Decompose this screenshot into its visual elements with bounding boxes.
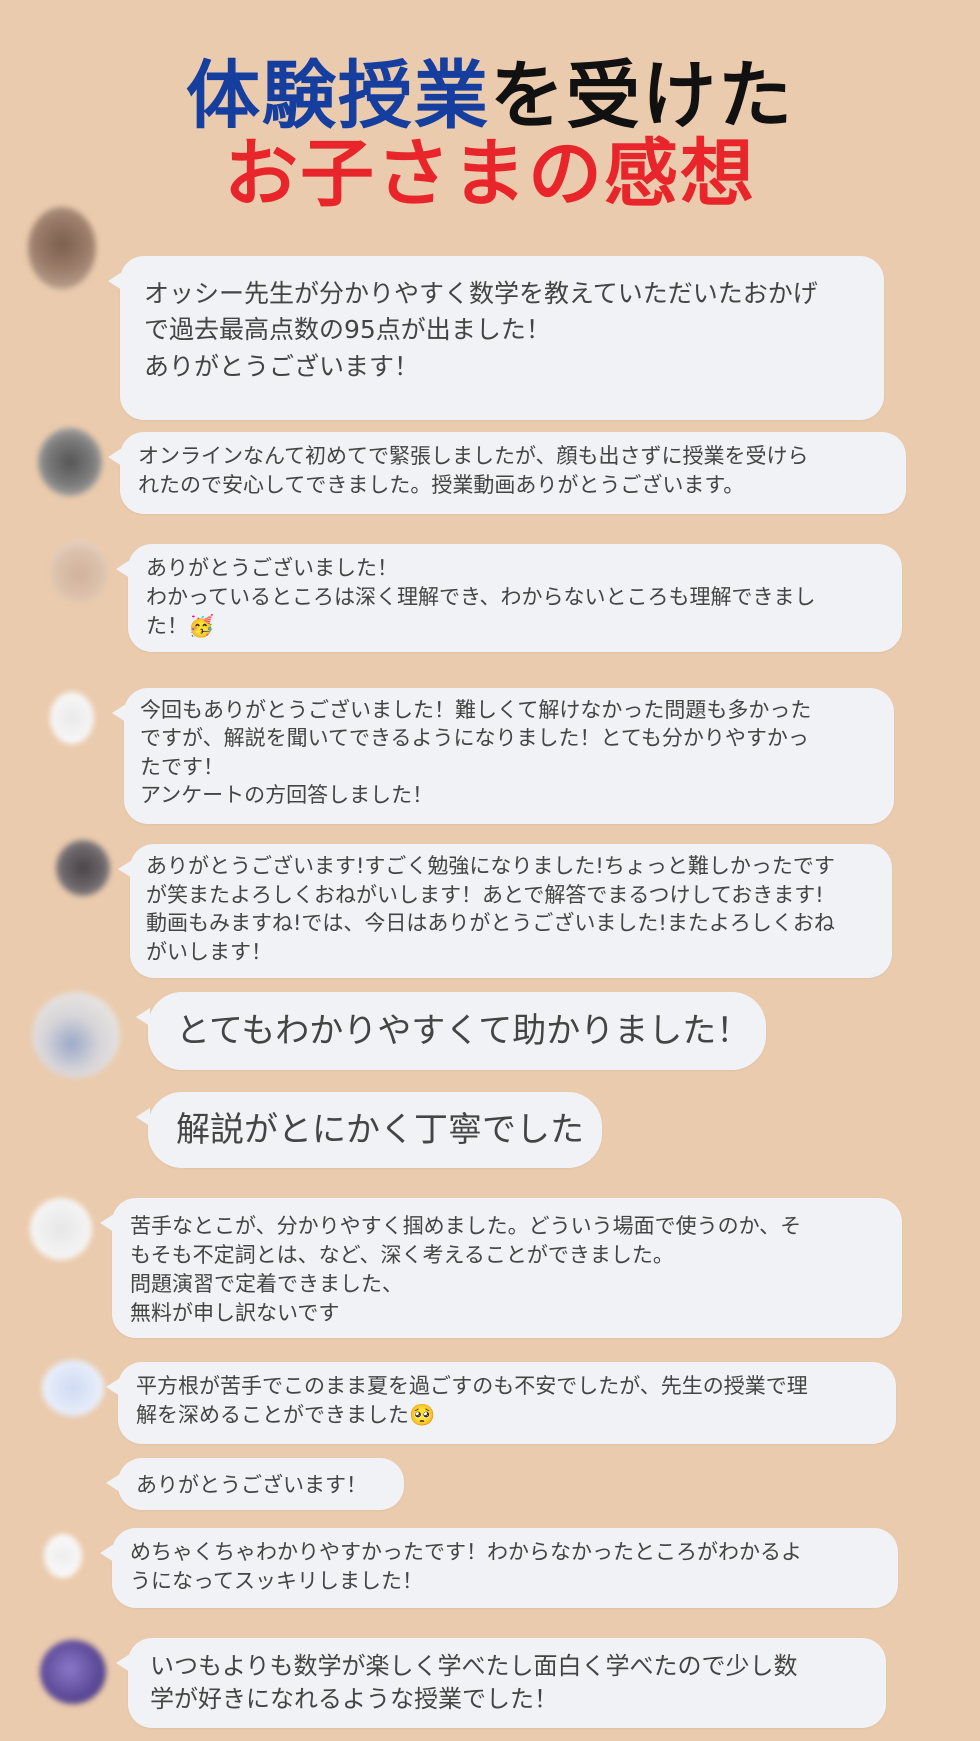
headline-black-text: を受けた <box>490 53 794 139</box>
avatar <box>56 840 110 896</box>
comment-bubble: ありがとうございます！ <box>106 1458 404 1510</box>
comment-bubble: ありがとうございます!すごく勉強になりました!ちょっと難しかったです が笑またよ… <box>118 844 892 978</box>
comment-line: 解説がとにかく丁寧でした <box>176 1110 584 1150</box>
avatar <box>28 207 96 289</box>
comment-line: 学が好きになれるような授業でした！ <box>150 1685 558 1714</box>
comment-line: めちゃくちゃわかりやすかったです！わからなかったところがわかるよ <box>130 1540 802 1564</box>
comment-line: ありがとうございました！ <box>146 556 398 580</box>
avatar <box>42 1360 104 1416</box>
avatar <box>32 992 120 1078</box>
avatar <box>50 540 108 602</box>
comment-line: た！🥳 <box>146 613 215 638</box>
comment-line: とてもわかりやすくて助かりました！ <box>176 1011 751 1051</box>
comment-line: 今回もありがとうございました！難しくて解けなかった問題も多かった <box>140 698 812 722</box>
comment-bubble: ありがとうございました！ わかっているところは深く理解でき、わからないところも理… <box>116 544 902 652</box>
comment-bubble: めちゃくちゃわかりやすかったです！わからなかったところがわかるよ うになってスッ… <box>100 1528 898 1608</box>
comment-bubble: いつもよりも数学が楽しく学べたし面白く学べたので少し数 学が好きになれるような授… <box>116 1638 886 1728</box>
comment-line: うになってスッキリしました！ <box>130 1568 423 1593</box>
comment-line: れたので安心してできました。授業動画ありがとうございます。 <box>138 472 745 497</box>
comment-line: ですが、解説を聞いてできるようになりました！とても分かりやすかっ <box>140 726 809 751</box>
comment-bubble: 今回もありがとうございました！難しくて解けなかった問題も多かった ですが、解説を… <box>112 688 894 824</box>
comment-line: たです！ <box>140 754 224 779</box>
comment-bubble: オンラインなんて初めてで緊張しましたが、顔も出さずに授業を受けら れたので安心し… <box>108 432 906 514</box>
headline-blue-text: 体験授業 <box>186 53 490 139</box>
avatar <box>38 428 102 496</box>
comment-bubble: とてもわかりやすくて助かりました！ <box>136 992 766 1070</box>
comment-line: 無料が申し訳ないです <box>130 1300 340 1325</box>
comment-line: 動画もみますね!では、今日はありがとうございました!またよろしくおね <box>146 911 835 936</box>
avatar <box>40 1640 106 1704</box>
comment-line: がいします！ <box>146 939 272 964</box>
comment-line: ありがとうございます！ <box>136 1473 367 1497</box>
headline-line-2: お子さまの感想 <box>224 131 756 217</box>
comment-line: もそも不定詞とは、など、深く考えることができました。 <box>130 1242 674 1267</box>
comment-bubble: 平方根が苦手でこのまま夏を過ごすのも不安でしたが、先生の授業で理 解を深めること… <box>106 1362 896 1444</box>
avatar <box>30 1198 92 1260</box>
comment-line: で過去最高点数の95点が出ました！ <box>144 315 551 345</box>
comment-line: 問題演習で定着できました、 <box>130 1271 403 1296</box>
comment-line: オッシー先生が分かりやすく数学を教えていただいたおかげ <box>144 279 818 308</box>
comment-line: 苦手なとこが、分かりやすく掴めました。どういう場面で使うのか、そ <box>130 1214 802 1238</box>
comment-line: オンラインなんて初めてで緊張しましたが、顔も出さずに授業を受けら <box>138 444 809 468</box>
avatar <box>44 1534 82 1578</box>
comment-bubble: 解説がとにかく丁寧でした <box>136 1092 602 1168</box>
comment-line: アンケートの方回答しました！ <box>140 783 434 808</box>
comment-line: が笑またよろしくおねがいします！あとで解答でまるつけしておきます! <box>146 882 824 907</box>
comment-line: 平方根が苦手でこのまま夏を過ごすのも不安でしたが、先生の授業で理 <box>136 1374 808 1398</box>
comment-line: わかっているところは深く理解でき、わからないところも理解できまし <box>146 584 816 609</box>
comment-line: ありがとうございます！ <box>144 351 420 381</box>
comment-line: いつもよりも数学が楽しく学べたし面白く学べたので少し数 <box>150 1652 798 1680</box>
avatar <box>50 692 94 744</box>
comment-bubble: 苦手なとこが、分かりやすく掴めました。どういう場面で使うのか、そ もそも不定詞と… <box>100 1198 902 1338</box>
comment-bubble: オッシー先生が分かりやすく数学を教えていただいたおかげ で過去最高点数の95点が… <box>108 256 884 420</box>
comment-line: ありがとうございます!すごく勉強になりました!ちょっと難しかったです <box>146 854 835 878</box>
comment-line: 解を深めることができました🥺 <box>136 1402 436 1427</box>
headline-line-1: 体験授業を受けた <box>0 52 980 140</box>
